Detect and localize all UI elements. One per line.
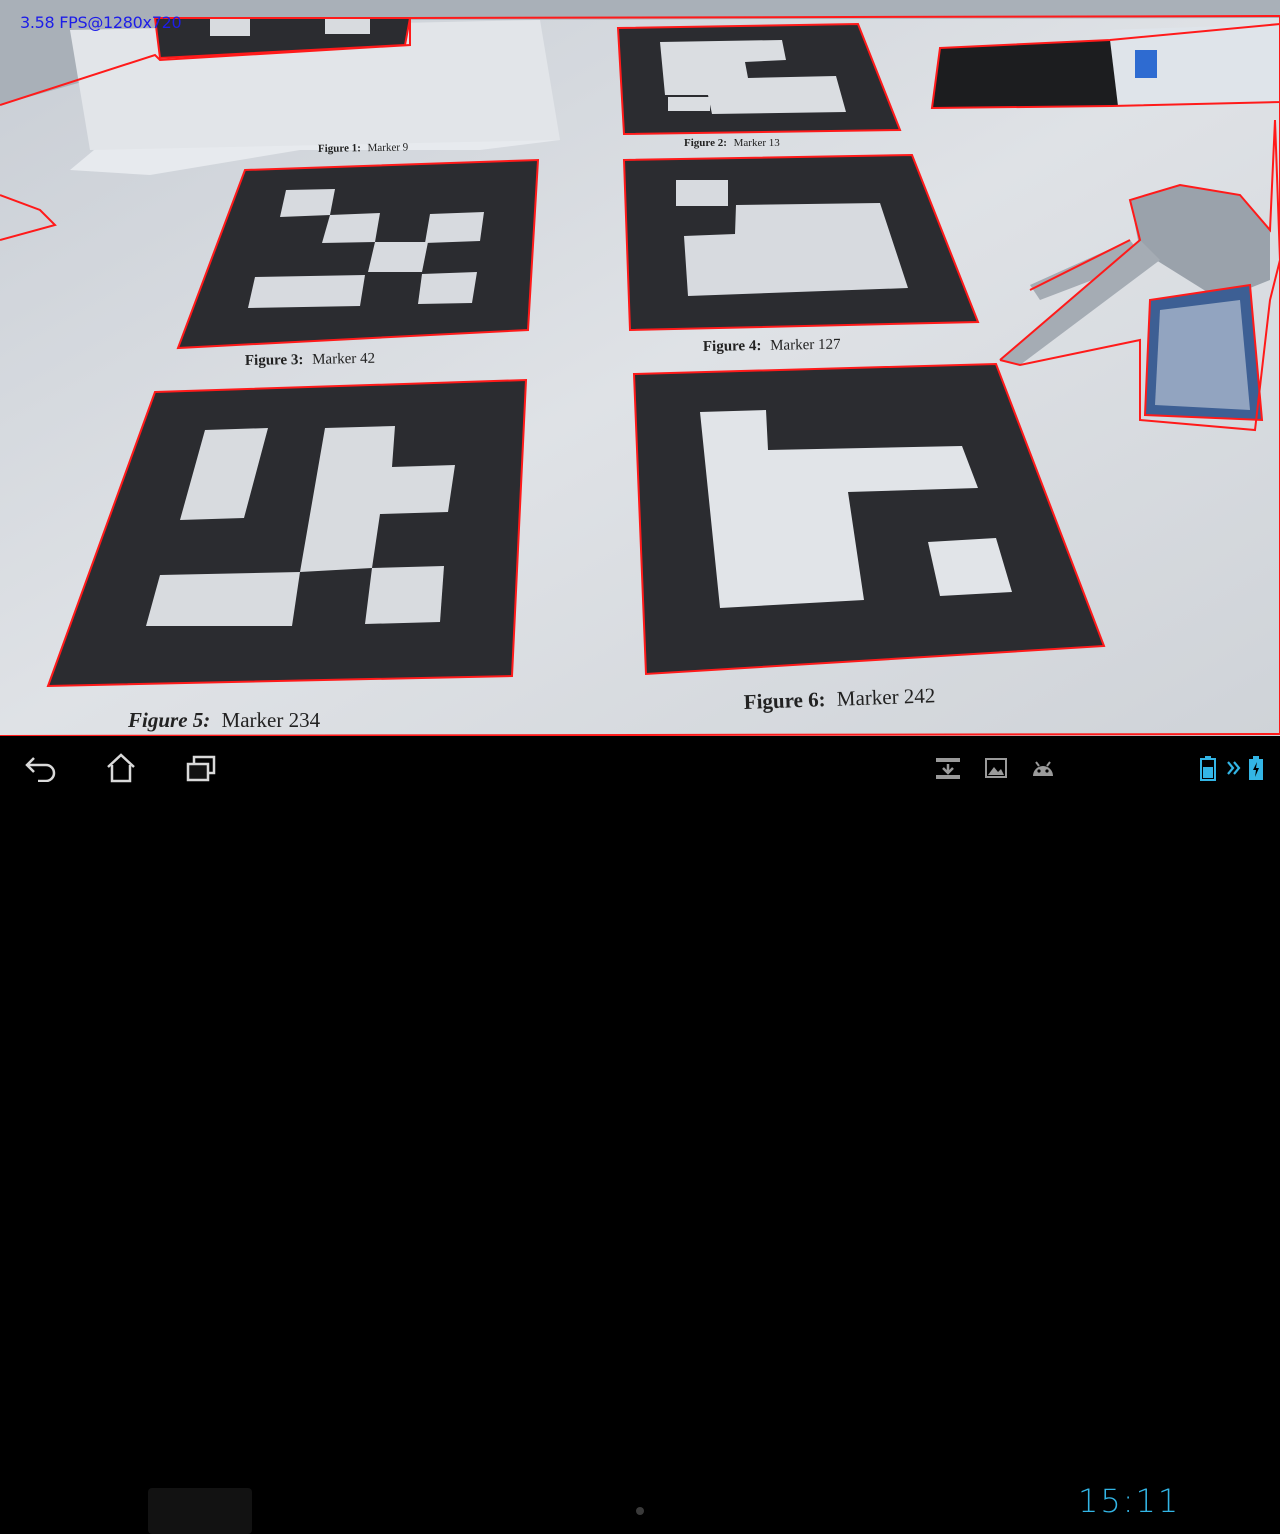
caption-figure-1: Figure 1: xyxy=(318,142,361,155)
sync-icon xyxy=(1227,761,1241,775)
home-button[interactable] xyxy=(94,736,148,800)
screenshot-notification[interactable] xyxy=(980,736,1012,800)
download-notification-icon xyxy=(936,758,960,779)
caption-figure-2: Figure 2: xyxy=(684,137,727,149)
recent-apps-icon xyxy=(186,755,216,782)
caption-figure-3: Figure 3: xyxy=(245,352,304,369)
caption-figure-4: Figure 4: xyxy=(703,338,762,355)
caption-marker-1: Marker 9 xyxy=(367,141,408,154)
caption-marker-3: Marker 42 xyxy=(312,351,375,368)
svg-text:Figure 4: Marker 127: Figure 4: Marker 127 xyxy=(703,337,841,355)
caption-marker-2: Marker 13 xyxy=(734,137,781,149)
recent-button-highlight xyxy=(148,1488,252,1534)
system-navigation-bar: 15:11 xyxy=(0,736,1280,1534)
battery-charging-icon xyxy=(1200,756,1216,781)
battery-status[interactable] xyxy=(1196,736,1220,800)
download-notification[interactable] xyxy=(932,736,964,800)
page-indicator-dot xyxy=(636,1507,644,1515)
back-button[interactable] xyxy=(14,736,68,800)
marker-13 xyxy=(616,22,902,136)
debug-notification[interactable] xyxy=(1026,736,1060,800)
caption-figure-6: Figure 6: xyxy=(743,687,826,714)
home-icon xyxy=(107,753,135,783)
caption-marker-4: Marker 127 xyxy=(770,337,841,354)
caption-marker-6: Marker 242 xyxy=(836,683,935,710)
caption-figure-5: Figure 5: xyxy=(127,708,210,732)
recent-apps-button[interactable] xyxy=(172,736,230,800)
svg-text:Figure 1: Marker 9: Figure 1: Marker 9 xyxy=(318,141,409,155)
svg-text:Figure 5: Marker 234: Figure 5: Marker 234 xyxy=(127,708,321,732)
android-debug-icon xyxy=(1033,761,1053,776)
battery-bolt-icon xyxy=(1249,756,1263,780)
caption-marker-5: Marker 234 xyxy=(222,708,321,732)
camera-viewport: Figure 1: Marker 9 Figure 2: Marker 13 F… xyxy=(0,0,1280,736)
status-clock[interactable]: 15:11 xyxy=(1078,1482,1180,1520)
fps-counter: 3.58 FPS@1280x720 xyxy=(20,13,182,32)
back-icon xyxy=(25,757,56,782)
image-notification-icon xyxy=(985,758,1007,778)
camera-frame: Figure 1: Marker 9 Figure 2: Marker 13 F… xyxy=(0,0,1280,736)
sync-status[interactable] xyxy=(1224,736,1244,800)
power-status[interactable] xyxy=(1246,736,1266,800)
